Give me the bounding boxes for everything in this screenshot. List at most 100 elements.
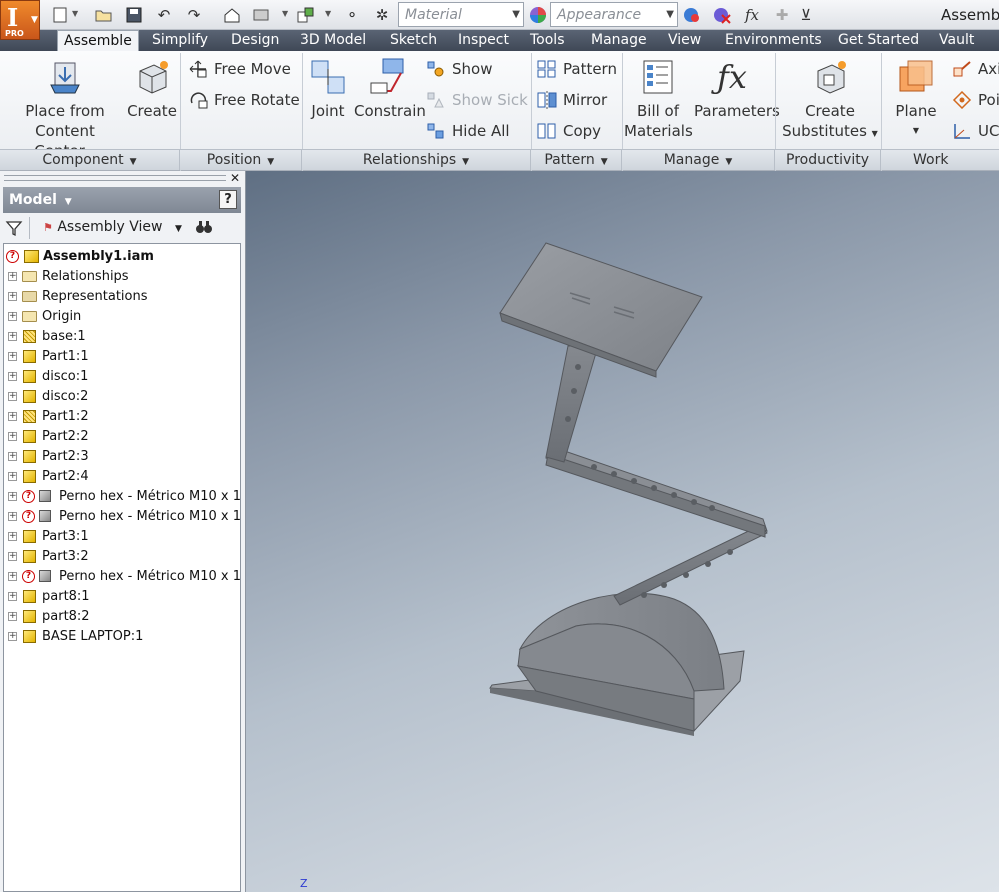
expand-icon[interactable]: + xyxy=(8,531,17,541)
redo-icon[interactable]: ↷ xyxy=(184,5,204,25)
graphics-viewport[interactable]: Z xyxy=(246,171,999,892)
expand-icon[interactable]: + xyxy=(8,391,17,401)
tab-inspect[interactable]: Inspect xyxy=(452,30,515,51)
tree-node[interactable]: + Part3:2 xyxy=(4,546,240,566)
expand-icon[interactable]: + xyxy=(8,471,17,481)
expand-icon[interactable]: + xyxy=(8,611,17,621)
free-move-button[interactable]: Free Move xyxy=(188,58,291,80)
tree-root-node[interactable]: ? Assembly1.iam xyxy=(4,246,240,266)
tree-node[interactable]: +? Perno hex - Métrico M10 x 1.5 x xyxy=(4,486,240,506)
copy-button[interactable]: Copy xyxy=(537,120,601,142)
parameters-button[interactable]: ƒx Parameters xyxy=(694,57,780,121)
parameters-fx-icon[interactable]: fx xyxy=(742,5,762,25)
tree-node[interactable]: + Part2:2 xyxy=(4,426,240,446)
browser-drag-handle[interactable] xyxy=(4,175,226,181)
open-folder-icon[interactable] xyxy=(94,5,114,25)
tree-node[interactable]: + part8:1 xyxy=(4,586,240,606)
point-button[interactable]: Poi xyxy=(952,89,999,111)
tab-manage[interactable]: Manage xyxy=(585,30,653,51)
filter-icon[interactable] xyxy=(5,219,23,237)
new-file-icon[interactable] xyxy=(50,5,70,25)
joint-button[interactable]: Joint xyxy=(306,57,350,121)
show-sick-button[interactable]: Show Sick xyxy=(426,89,528,111)
tree-node[interactable]: + base:1 xyxy=(4,326,240,346)
close-icon[interactable]: ✕ xyxy=(230,171,240,185)
panel-label-relationships[interactable]: Relationships ▼ xyxy=(302,149,531,170)
panel-label-productivity[interactable]: Productivity xyxy=(775,149,881,170)
expand-icon[interactable]: + xyxy=(8,551,17,561)
panel-label-position[interactable]: Position ▼ xyxy=(180,149,302,170)
expand-icon[interactable]: + xyxy=(8,491,17,501)
plane-button[interactable]: Plane ▼ xyxy=(890,57,942,141)
panel-label-component[interactable]: Component ▼ xyxy=(0,149,180,170)
tree-node[interactable]: + part8:2 xyxy=(4,606,240,626)
chevron-down-icon[interactable]: ▼ xyxy=(65,197,72,207)
expand-icon[interactable]: + xyxy=(8,371,17,381)
tree-node[interactable]: +? Perno hex - Métrico M10 x 1.5 x xyxy=(4,506,240,526)
tree-node[interactable]: + disco:2 xyxy=(4,386,240,406)
undo-icon[interactable]: ↶ xyxy=(154,5,174,25)
hide-all-button[interactable]: Hide All xyxy=(426,120,510,142)
expand-icon[interactable]: + xyxy=(8,291,17,301)
tab-tools[interactable]: Tools xyxy=(524,30,571,51)
return-dropdown-icon[interactable]: ▼ xyxy=(282,9,288,18)
tab-3d-model[interactable]: 3D Model xyxy=(294,30,372,51)
expand-icon[interactable]: + xyxy=(8,411,17,421)
expand-icon[interactable]: + xyxy=(8,451,17,461)
customize-qat-icon[interactable]: ⊻ xyxy=(796,5,816,25)
select-priority-icon[interactable]: ⚬ xyxy=(342,5,362,25)
expand-icon[interactable]: + xyxy=(8,591,17,601)
return-icon[interactable] xyxy=(252,5,272,25)
pattern-button[interactable]: Pattern xyxy=(537,58,617,80)
show-button[interactable]: Show xyxy=(426,58,492,80)
place-from-content-center-button[interactable]: Place from Content Center ▼ xyxy=(8,57,122,164)
settings-wheel-icon[interactable]: ✲ xyxy=(372,5,392,25)
home-icon[interactable] xyxy=(222,5,242,25)
tree-node[interactable]: + BASE LAPTOP:1 xyxy=(4,626,240,646)
ucs-button[interactable]: UC xyxy=(952,120,999,142)
mirror-button[interactable]: Mirror xyxy=(537,89,607,111)
expand-icon[interactable]: + xyxy=(8,431,17,441)
tab-design[interactable]: Design xyxy=(225,30,285,51)
create-component-button[interactable]: Create xyxy=(126,57,178,121)
assembly-view-dropdown[interactable]: ⚑ Assembly View ▼ xyxy=(43,219,182,235)
tree-node[interactable]: + Part1:2 xyxy=(4,406,240,426)
axis-button[interactable]: Axi xyxy=(952,58,999,80)
free-rotate-button[interactable]: Free Rotate xyxy=(188,89,300,111)
panel-label-manage[interactable]: Manage ▼ xyxy=(622,149,775,170)
tab-sketch[interactable]: Sketch xyxy=(384,30,443,51)
update-icon[interactable] xyxy=(296,5,316,25)
expand-icon[interactable]: + xyxy=(8,511,17,521)
tree-node[interactable]: +? Perno hex - Métrico M10 x 1.5 x xyxy=(4,566,240,586)
constrain-button[interactable]: Constrain xyxy=(354,57,426,121)
tree-node[interactable]: + Part2:3 xyxy=(4,446,240,466)
tree-node[interactable]: + disco:1 xyxy=(4,366,240,386)
application-menu-button[interactable]: I PRO ▼ xyxy=(0,0,40,40)
tree-node[interactable]: + Representations xyxy=(4,286,240,306)
tab-assemble[interactable]: Assemble xyxy=(57,30,139,52)
help-icon[interactable]: ? xyxy=(219,190,237,209)
tree-node[interactable]: + Relationships xyxy=(4,266,240,286)
tree-node[interactable]: + Part1:1 xyxy=(4,346,240,366)
update-dropdown-icon[interactable]: ▼ xyxy=(325,9,331,18)
tab-view[interactable]: View xyxy=(662,30,707,51)
material-dropdown[interactable]: Material ▼ xyxy=(398,2,524,27)
expand-icon[interactable]: + xyxy=(8,331,17,341)
plus-icon[interactable]: ✚ xyxy=(772,5,792,25)
create-substitutes-button[interactable]: Create Substitutes ▼ xyxy=(782,57,878,144)
tree-node[interactable]: + Part3:1 xyxy=(4,526,240,546)
panel-label-pattern[interactable]: Pattern ▼ xyxy=(531,149,622,170)
bill-of-materials-button[interactable]: Bill of Materials xyxy=(624,57,693,141)
expand-icon[interactable]: + xyxy=(8,631,17,641)
tab-environments[interactable]: Environments xyxy=(719,30,828,51)
tab-vault[interactable]: Vault xyxy=(933,30,980,51)
tab-get-started[interactable]: Get Started xyxy=(832,30,925,51)
clear-appearance-icon[interactable] xyxy=(712,5,732,25)
tree-node[interactable]: + Part2:4 xyxy=(4,466,240,486)
browser-header[interactable]: Model ▼ ? xyxy=(3,187,241,213)
adjust-appearance-icon[interactable] xyxy=(682,5,702,25)
expand-icon[interactable]: + xyxy=(8,311,17,321)
tree-node[interactable]: + Origin xyxy=(4,306,240,326)
expand-icon[interactable]: + xyxy=(8,571,17,581)
expand-icon[interactable]: + xyxy=(8,351,17,361)
